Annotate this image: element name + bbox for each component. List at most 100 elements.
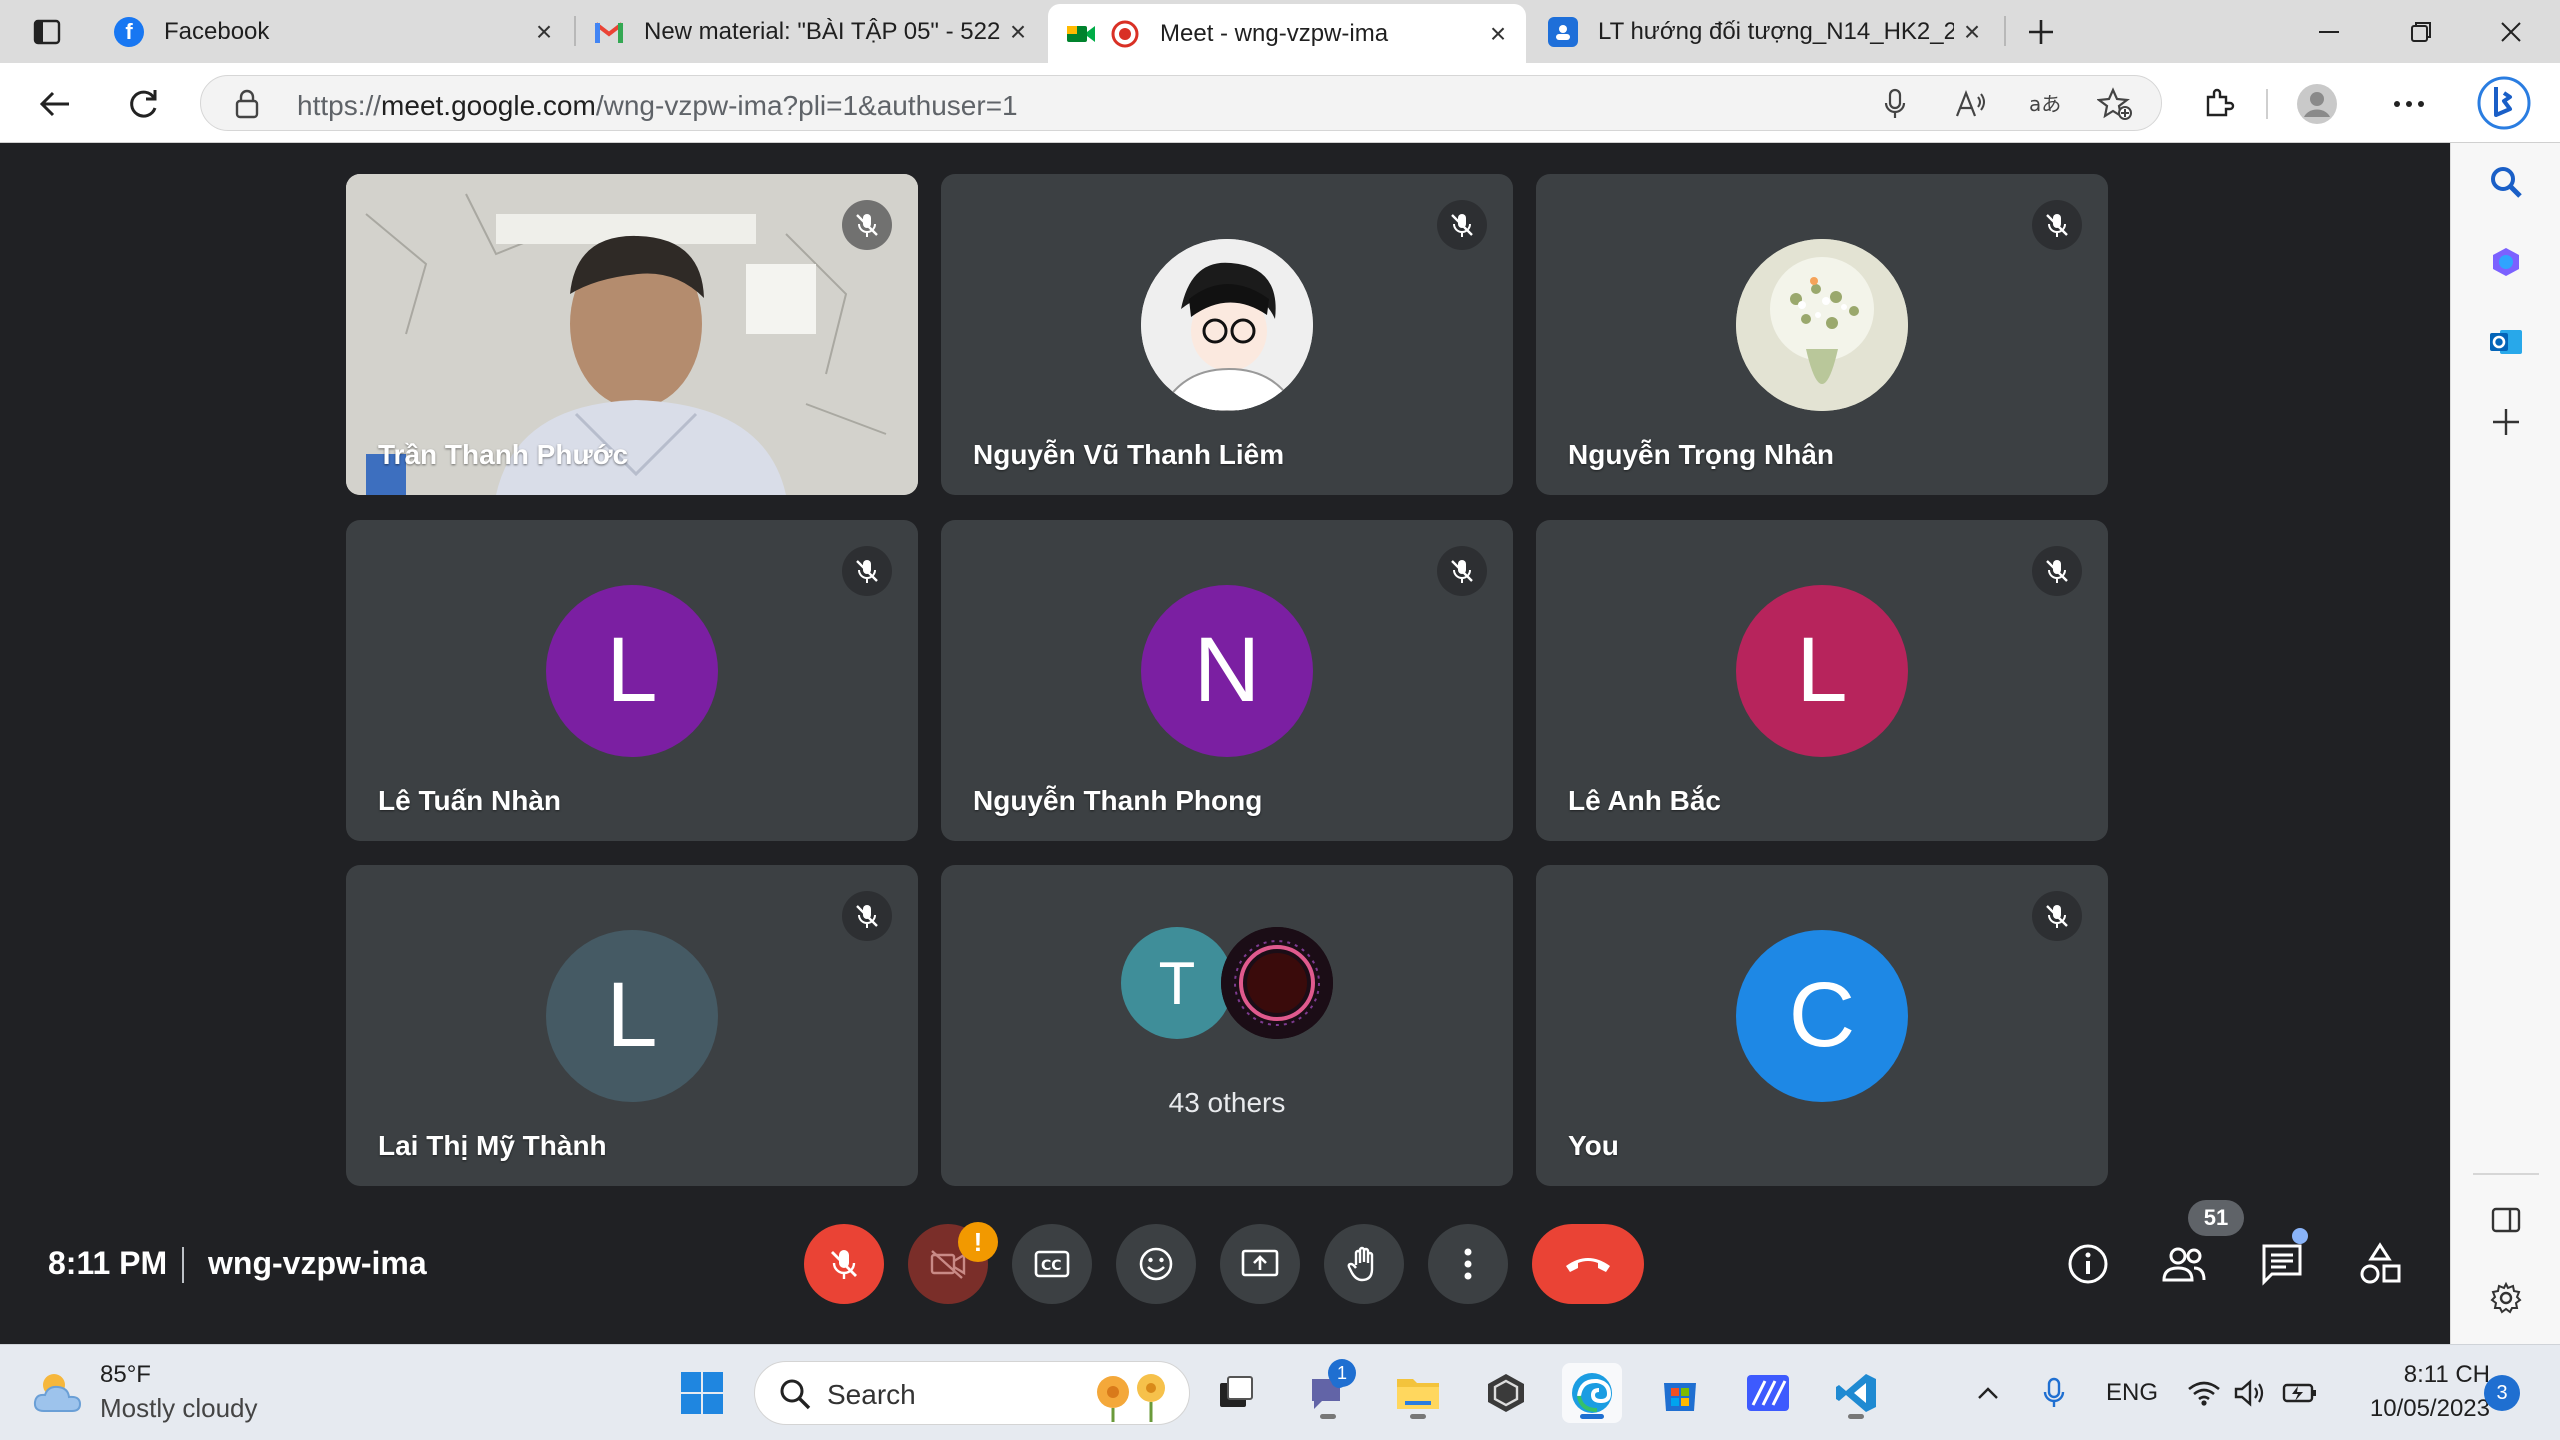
tab-title: LT hướng đối tượng_N14_HK2_22 xyxy=(1598,17,1954,45)
url-path: /wng-vzpw-ima?pli=1&authuser=1 xyxy=(595,90,1018,121)
new-tab-icon[interactable] xyxy=(2020,12,2062,52)
add-sidebar-app-icon[interactable] xyxy=(2481,397,2531,447)
edge-browser-icon[interactable] xyxy=(1562,1363,1622,1423)
others-count-label: 43 others xyxy=(1168,1087,1286,1118)
minimize-icon[interactable] xyxy=(2284,0,2374,63)
profile-avatar[interactable] xyxy=(2294,81,2340,127)
tray-microphone-icon[interactable] xyxy=(2034,1373,2074,1413)
volume-icon[interactable] xyxy=(2230,1373,2270,1413)
battery-charging-icon[interactable] xyxy=(2280,1373,2320,1413)
show-hidden-icons-chevron-up-icon[interactable] xyxy=(1968,1373,2008,1413)
others-tile[interactable]: T 43 others xyxy=(941,865,1513,1186)
restore-icon[interactable] xyxy=(2376,0,2466,63)
recording-icon xyxy=(1110,19,1140,49)
close-icon[interactable]: × xyxy=(1000,14,1036,50)
tab-actions-icon[interactable] xyxy=(26,12,68,52)
participant-tile[interactable]: Nguyễn Vũ Thanh Liêm xyxy=(941,174,1513,495)
participant-tile[interactable]: L Lê Tuấn Nhàn xyxy=(346,520,918,841)
captions-button[interactable]: CC xyxy=(1012,1224,1092,1304)
running-indicator xyxy=(1410,1414,1426,1419)
task-view-icon[interactable] xyxy=(1206,1363,1266,1423)
participant-tile[interactable]: Nguyễn Trọng Nhân xyxy=(1536,174,2108,495)
tab-facebook[interactable]: f Facebook × xyxy=(96,0,572,63)
present-screen-button[interactable] xyxy=(1220,1224,1300,1304)
participant-avatar: L xyxy=(546,929,718,1102)
weather-description[interactable]: Mostly cloudy xyxy=(100,1393,258,1424)
settings-gear-icon[interactable] xyxy=(2481,1273,2531,1323)
extensions-icon[interactable] xyxy=(2196,81,2242,127)
meeting-code: wng-vzpw-ima xyxy=(208,1245,427,1281)
self-tile[interactable]: C You xyxy=(1536,865,2108,1186)
chat-icon[interactable] xyxy=(2254,1236,2310,1292)
wifi-icon[interactable] xyxy=(2184,1373,2224,1413)
participant-tile[interactable]: Trần Thanh Phước xyxy=(346,174,918,495)
participant-avatar: N xyxy=(1141,584,1313,757)
raise-hand-button[interactable] xyxy=(1324,1224,1404,1304)
tab-gmail[interactable]: New material: "BÀI TẬP 05" - 522 × xyxy=(576,0,1046,63)
search-placeholder: Search xyxy=(827,1379,916,1410)
bing-copilot-icon[interactable] xyxy=(2474,73,2534,133)
microsoft-store-icon[interactable] xyxy=(1650,1363,1710,1423)
participant-name: Nguyễn Trọng Nhân xyxy=(1568,439,1834,470)
activities-icon[interactable] xyxy=(2352,1236,2408,1292)
sidebar-divider xyxy=(2473,1173,2539,1175)
participant-tile[interactable]: L Lê Anh Bắc xyxy=(1536,520,2108,841)
facebook-icon: f xyxy=(114,16,144,47)
input-language-indicator[interactable]: ENG xyxy=(2106,1379,2158,1407)
microphone-icon[interactable] xyxy=(1875,84,1915,124)
tray-clock-date[interactable]: 10/05/2023 xyxy=(2346,1395,2490,1423)
favorite-add-icon[interactable] xyxy=(2095,84,2135,124)
teams-chat-icon[interactable]: 1 xyxy=(1298,1359,1358,1423)
file-explorer-icon[interactable] xyxy=(1388,1363,1448,1423)
muted-mic-icon xyxy=(1437,546,1487,596)
participant-avatar xyxy=(1141,238,1313,411)
weather-cloudy-icon[interactable] xyxy=(30,1367,90,1417)
close-icon[interactable]: × xyxy=(526,14,562,50)
reactions-button[interactable] xyxy=(1116,1224,1196,1304)
hide-sidebar-icon[interactable] xyxy=(2481,1195,2531,1245)
translate-icon[interactable]: aあ xyxy=(2025,84,2065,124)
tab-classroom[interactable]: LT hướng đối tượng_N14_HK2_22 × xyxy=(1530,0,2000,63)
url-input[interactable]: https://meet.google.com/wng-vzpw-ima?pli… xyxy=(200,75,2162,131)
outlook-icon[interactable] xyxy=(2481,317,2531,367)
participant-name: Lai Thị Mỹ Thành xyxy=(378,1130,607,1161)
chat-badge: 1 xyxy=(1328,1359,1356,1387)
search-icon[interactable] xyxy=(2481,157,2531,207)
muted-mic-icon xyxy=(842,891,892,941)
running-indicator xyxy=(1320,1414,1336,1419)
participant-name: Lê Anh Bắc xyxy=(1568,785,1721,816)
start-windows-icon[interactable] xyxy=(672,1363,732,1423)
lock-icon[interactable] xyxy=(227,84,267,124)
tray-clock-time[interactable]: 8:11 CH xyxy=(2390,1361,2490,1389)
participant-name: Lê Tuấn Nhàn xyxy=(378,785,562,816)
read-aloud-icon[interactable] xyxy=(1951,84,1991,124)
mic-toggle-button[interactable] xyxy=(804,1224,884,1304)
leave-call-button[interactable] xyxy=(1532,1224,1644,1304)
taskbar-search-box[interactable]: Search xyxy=(754,1361,1190,1425)
back-icon[interactable] xyxy=(32,81,78,127)
weather-temperature[interactable]: 85°F xyxy=(100,1361,151,1389)
reload-icon[interactable] xyxy=(120,81,166,127)
participant-tile[interactable]: L Lai Thị Mỹ Thành xyxy=(346,865,918,1186)
vscode-icon[interactable] xyxy=(1826,1363,1886,1423)
classroom-icon xyxy=(1548,16,1578,47)
shopping-icon[interactable] xyxy=(2481,237,2531,287)
meeting-info-icon[interactable] xyxy=(2060,1236,2116,1292)
participant-avatar xyxy=(1736,238,1908,411)
people-icon[interactable] xyxy=(2156,1236,2212,1292)
muted-mic-icon xyxy=(842,200,892,250)
participant-avatar: L xyxy=(1736,584,1908,757)
editor-app-icon[interactable] xyxy=(1738,1363,1798,1423)
close-icon[interactable]: × xyxy=(1480,16,1516,52)
more-options-button[interactable] xyxy=(1428,1224,1508,1304)
notification-count-badge[interactable]: 3 xyxy=(2484,1375,2520,1411)
unity-hub-icon[interactable] xyxy=(1476,1363,1536,1423)
window-close-icon[interactable] xyxy=(2466,0,2556,63)
more-options-icon[interactable] xyxy=(2386,81,2432,127)
tab-title: Meet - wng-vzpw-ima xyxy=(1160,19,1389,47)
active-indicator xyxy=(1580,1414,1604,1419)
close-icon[interactable]: × xyxy=(1954,14,1990,50)
tab-meet[interactable]: Meet - wng-vzpw-ima × xyxy=(1048,4,1526,63)
muted-mic-icon xyxy=(1437,200,1487,250)
participant-tile[interactable]: N Nguyễn Thanh Phong xyxy=(941,520,1513,841)
